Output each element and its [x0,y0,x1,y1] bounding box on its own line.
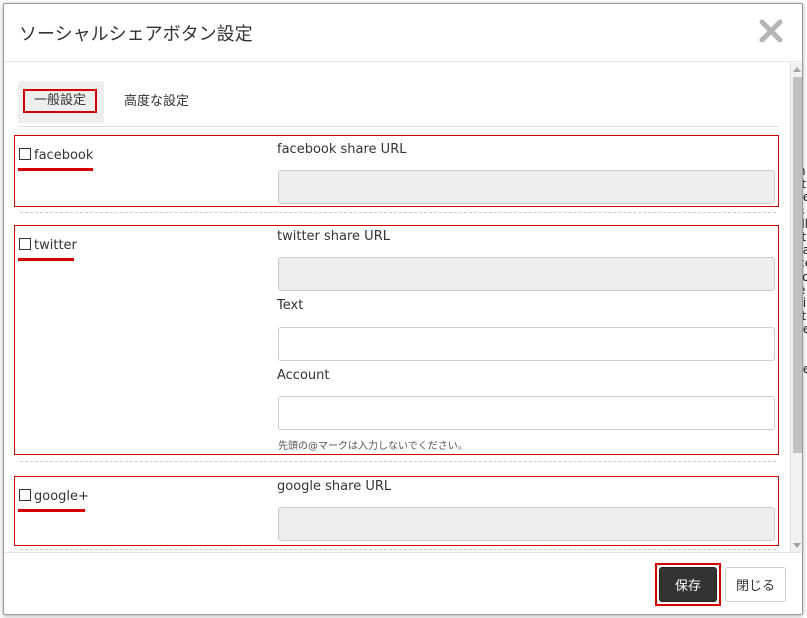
facebook-label: facebook [34,148,94,163]
close-button[interactable]: 閉じる [725,567,786,602]
tab-advanced-settings[interactable]: 高度な設定 [116,81,206,123]
settings-tabs: 一般設定 高度な設定 [18,81,778,127]
scroll-up-icon[interactable] [793,67,801,72]
twitter-account-label: Account [277,368,330,383]
twitter-url-input[interactable] [278,257,775,291]
scroll-thumb[interactable] [793,77,802,453]
section-divider [20,549,776,550]
google-plus-highlight-underline [18,509,85,512]
google-url-label: google share URL [277,479,392,494]
section-divider [20,212,776,213]
twitter-account-input[interactable] [278,396,775,430]
facebook-highlight-underline [18,168,93,171]
twitter-url-label: twitter share URL [277,229,390,244]
facebook-checkbox-label[interactable]: facebook [19,148,93,163]
twitter-label: twitter [34,238,77,253]
dialog-footer: 保存 閉じる [4,552,802,614]
dialog-title: ソーシャルシェアボタン設定 [19,24,253,45]
social-share-settings-dialog: ソーシャルシェアボタン設定 一般設定 高度な設定 facebook facebo… [3,3,803,615]
facebook-checkbox[interactable] [19,148,31,160]
tab-general-label: 一般設定 [23,89,97,113]
twitter-checkbox-label[interactable]: twitter [19,238,77,253]
twitter-text-label: Text [277,298,304,313]
google-url-input[interactable] [278,507,775,541]
google-plus-checkbox[interactable] [19,489,31,501]
facebook-url-input[interactable] [278,170,775,204]
twitter-section: twitter twitter share URL Text Account 先… [14,225,779,455]
facebook-section: facebook facebook share URL [14,135,779,207]
scroll-down-icon[interactable] [793,543,801,548]
tab-general-settings[interactable]: 一般設定 [18,81,104,123]
google-plus-checkbox-label[interactable]: google+ [19,489,89,504]
dialog-scrollbar[interactable] [790,63,802,552]
save-button[interactable]: 保存 [659,567,717,602]
twitter-checkbox[interactable] [19,238,31,250]
section-divider [20,461,776,462]
twitter-highlight-underline [18,258,74,261]
close-x-icon [759,19,783,43]
close-icon[interactable] [758,18,784,44]
google-plus-section: google+ google share URL [14,476,779,546]
twitter-text-input[interactable] [278,327,775,361]
dialog-header: ソーシャルシェアボタン設定 [4,4,802,62]
google-plus-label: google+ [34,489,89,504]
twitter-account-help: 先頭の@マークは入力しないでください。 [278,441,468,452]
facebook-url-label: facebook share URL [277,142,407,157]
dialog-body: 一般設定 高度な設定 facebook facebook share URL t… [4,63,791,551]
